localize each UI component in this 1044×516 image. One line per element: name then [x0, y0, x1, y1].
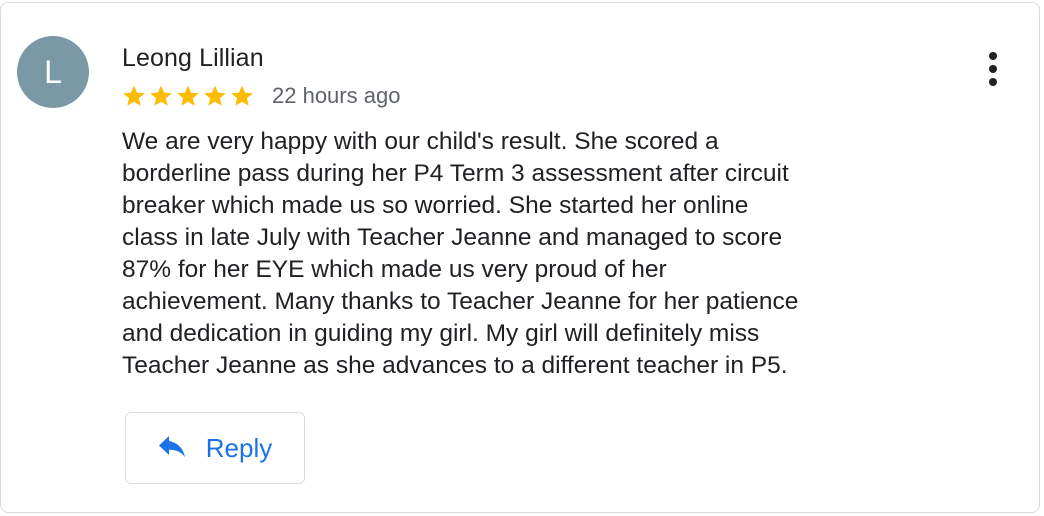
rating-row: 22 hours ago — [122, 81, 400, 111]
star-icon — [231, 85, 253, 106]
reply-arrow-icon — [158, 436, 185, 458]
review-text-line: Teacher Jeanne as she advances to a diff… — [122, 352, 788, 379]
review-text-line: class in late July with Teacher Jeanne a… — [122, 224, 783, 251]
star-icon — [150, 85, 172, 106]
avatar: L — [17, 36, 89, 108]
review-text-line: breaker which made us so worried. She st… — [122, 192, 749, 219]
more-vert-icon-dot — [989, 78, 997, 86]
reviewer-name[interactable]: Leong Lillian — [122, 44, 264, 73]
review-time: 22 hours ago — [272, 83, 401, 108]
more-options-button[interactable] — [979, 49, 1007, 89]
more-vert-icon-dot — [989, 65, 997, 73]
review-text-line: and dedication in guiding my girl. My gi… — [122, 320, 760, 347]
more-vert-icon — [989, 52, 997, 60]
review-text: We are very happy with our child's resul… — [122, 126, 912, 382]
star-icon — [123, 85, 145, 106]
review-text-line: 87% for her EYE which made us very proud… — [122, 256, 667, 283]
review-text-line: We are very happy with our child's resul… — [122, 128, 719, 155]
star-icon — [177, 85, 199, 106]
star-rating — [122, 84, 254, 108]
review-card: L Leong Lillian 22 hours ago We are very… — [0, 2, 1040, 513]
reply-button[interactable]: Reply — [125, 412, 305, 484]
reply-label: Reply — [205, 432, 273, 463]
review-text-line: borderline pass during her P4 Term 3 ass… — [122, 160, 789, 187]
avatar-letter: L — [44, 53, 62, 90]
star-icon — [204, 85, 226, 106]
review-text-line: achievement. Many thanks to Teacher Jean… — [122, 288, 799, 315]
